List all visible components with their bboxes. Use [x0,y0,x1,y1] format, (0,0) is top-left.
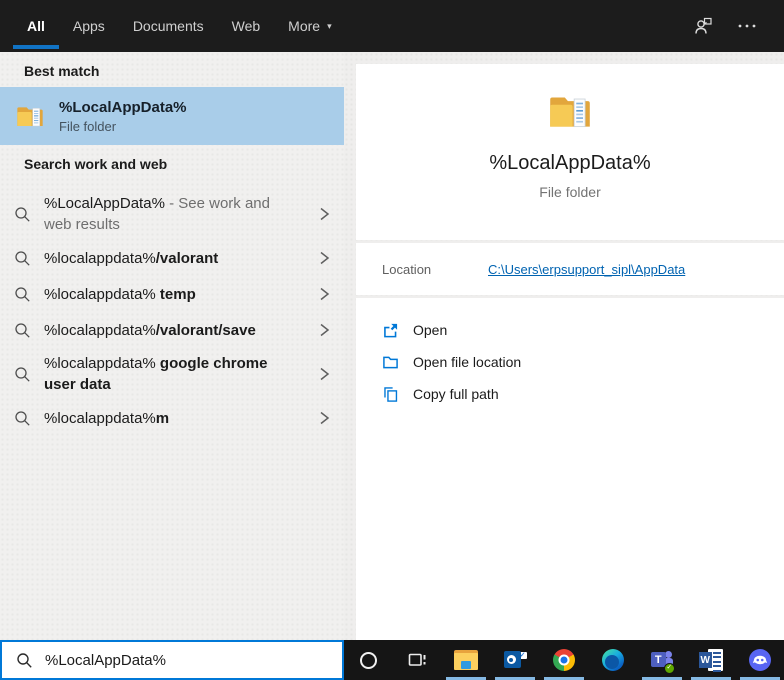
edge-icon [601,649,624,671]
actions-card: Open Open file location Copy full path [356,298,784,640]
insert-suggestion-chevron-icon[interactable] [304,410,344,426]
suggestion-query: %LocalAppData% [44,195,165,212]
best-match-subtitle: File folder [59,118,117,134]
preview-title: %LocalAppData% [489,152,651,174]
suggestion-text: %localappdata%m [44,408,300,429]
tab-more[interactable]: More ▾ [274,0,345,52]
preview-panel: %LocalAppData% File folder Location C:\U… [344,52,784,640]
search-icon [0,250,44,267]
search-icon [0,206,44,223]
taskbar: T✓ W [344,640,784,680]
suggestion-list: %LocalAppData% - See work and web result… [0,188,344,436]
chrome-button[interactable] [540,640,589,680]
suggestion-query: %localappdata% [44,321,156,339]
best-match-result[interactable]: %LocalAppData% File folder [0,87,344,145]
suggestion-row[interactable]: %localappdata%/valorant/save [0,312,344,348]
copy-full-path-action[interactable]: Copy full path [356,378,784,410]
tab-more-label: More [288,18,321,34]
tab-web[interactable]: Web [218,0,275,52]
results-panel: Best match %LocalAppData% File folder Se… [0,52,344,640]
file-explorer-button[interactable] [442,640,491,680]
folder-icon [17,107,43,127]
open-action[interactable]: Open [356,314,784,346]
tab-all[interactable]: All [13,0,59,52]
task-view-icon [408,653,426,666]
search-work-web-header: Search work and web [24,156,168,172]
best-match-header: Best match [24,63,100,79]
suggestion-query: %localappdata% [44,249,156,267]
user-account-icon[interactable] [692,15,714,37]
suggestion-row[interactable]: %LocalAppData% - See work and web result… [0,188,344,240]
insert-suggestion-chevron-icon[interactable] [304,366,344,382]
edge-button[interactable] [588,640,637,680]
open-file-location-action[interactable]: Open file location [356,346,784,378]
suggestion-completion: m [155,409,170,427]
task-view-button[interactable] [393,640,442,680]
word-button[interactable]: W [686,640,735,680]
search-icon [0,286,44,303]
suggestion-text: %LocalAppData% - See work and web result… [44,193,300,235]
taskbar-search-box[interactable] [0,640,344,680]
tab-documents[interactable]: Documents [119,0,218,52]
search-icon [0,366,44,383]
suggestion-text: %localappdata% google chrome user data [44,353,300,395]
preview-header-card: %LocalAppData% File folder [356,64,784,240]
preview-subtitle: File folder [539,184,601,200]
windows-search-panel: All Apps Documents Web More ▾ Best match… [0,0,784,680]
search-icon [0,322,44,339]
best-match-text: %LocalAppData% File folder [59,99,187,134]
cortana-icon [359,651,377,669]
open-file-location-icon [382,353,400,371]
suggestion-query: %localappdata% [44,285,160,303]
insert-suggestion-chevron-icon[interactable] [304,250,344,266]
suggestion-completion: /valorant/save [155,321,256,339]
teams-button[interactable]: T ✓ [637,640,686,680]
search-icon [16,652,33,669]
suggestion-text: %localappdata%/valorant/save [44,320,300,341]
discord-icon [748,649,771,671]
search-input[interactable] [45,651,342,669]
open-action-label: Open [413,322,448,338]
word-icon: W [698,649,723,672]
location-link[interactable]: C:\Users\erpsupport_sipl\AppData [488,262,685,277]
suggestion-completion: /valorant [155,249,219,267]
cortana-button[interactable] [344,640,393,680]
outlook-button[interactable] [491,640,540,680]
best-match-title: %LocalAppData% [59,98,187,116]
suggestion-completion: temp [159,285,196,303]
suggestion-text: %localappdata% temp [44,284,300,305]
chrome-icon [553,649,575,671]
suggestion-row[interactable]: %localappdata%m [0,400,344,436]
folder-icon [550,97,590,128]
tab-apps[interactable]: Apps [59,0,119,52]
insert-suggestion-chevron-icon[interactable] [304,286,344,302]
more-options-icon[interactable] [736,15,758,37]
discord-button[interactable] [735,640,784,680]
open-icon [382,321,400,339]
chevron-down-icon: ▾ [327,20,332,31]
suggestion-query: %localappdata% [44,355,160,372]
suggestion-row[interactable]: %localappdata%/valorant [0,240,344,276]
topbar-actions [692,0,784,52]
suggestion-text: %localappdata%/valorant [44,248,300,269]
file-explorer-icon [454,650,479,670]
filter-tabs: All Apps Documents Web More ▾ [0,0,346,52]
copy-icon [382,385,400,403]
suggestion-query: %localappdata% [44,409,156,427]
outlook-icon [503,649,527,671]
suggestion-row[interactable]: %localappdata% temp [0,276,344,312]
location-label: Location [382,261,432,277]
search-filter-bar: All Apps Documents Web More ▾ [0,0,784,52]
copy-full-path-label: Copy full path [413,386,499,402]
suggestion-row[interactable]: %localappdata% google chrome user data [0,348,344,400]
teams-icon: T ✓ [650,649,675,674]
location-card: Location C:\Users\erpsupport_sipl\AppDat… [356,243,784,295]
search-icon [0,410,44,427]
open-file-location-label: Open file location [413,354,522,370]
insert-suggestion-chevron-icon[interactable] [304,322,344,338]
insert-suggestion-chevron-icon[interactable] [304,206,344,222]
